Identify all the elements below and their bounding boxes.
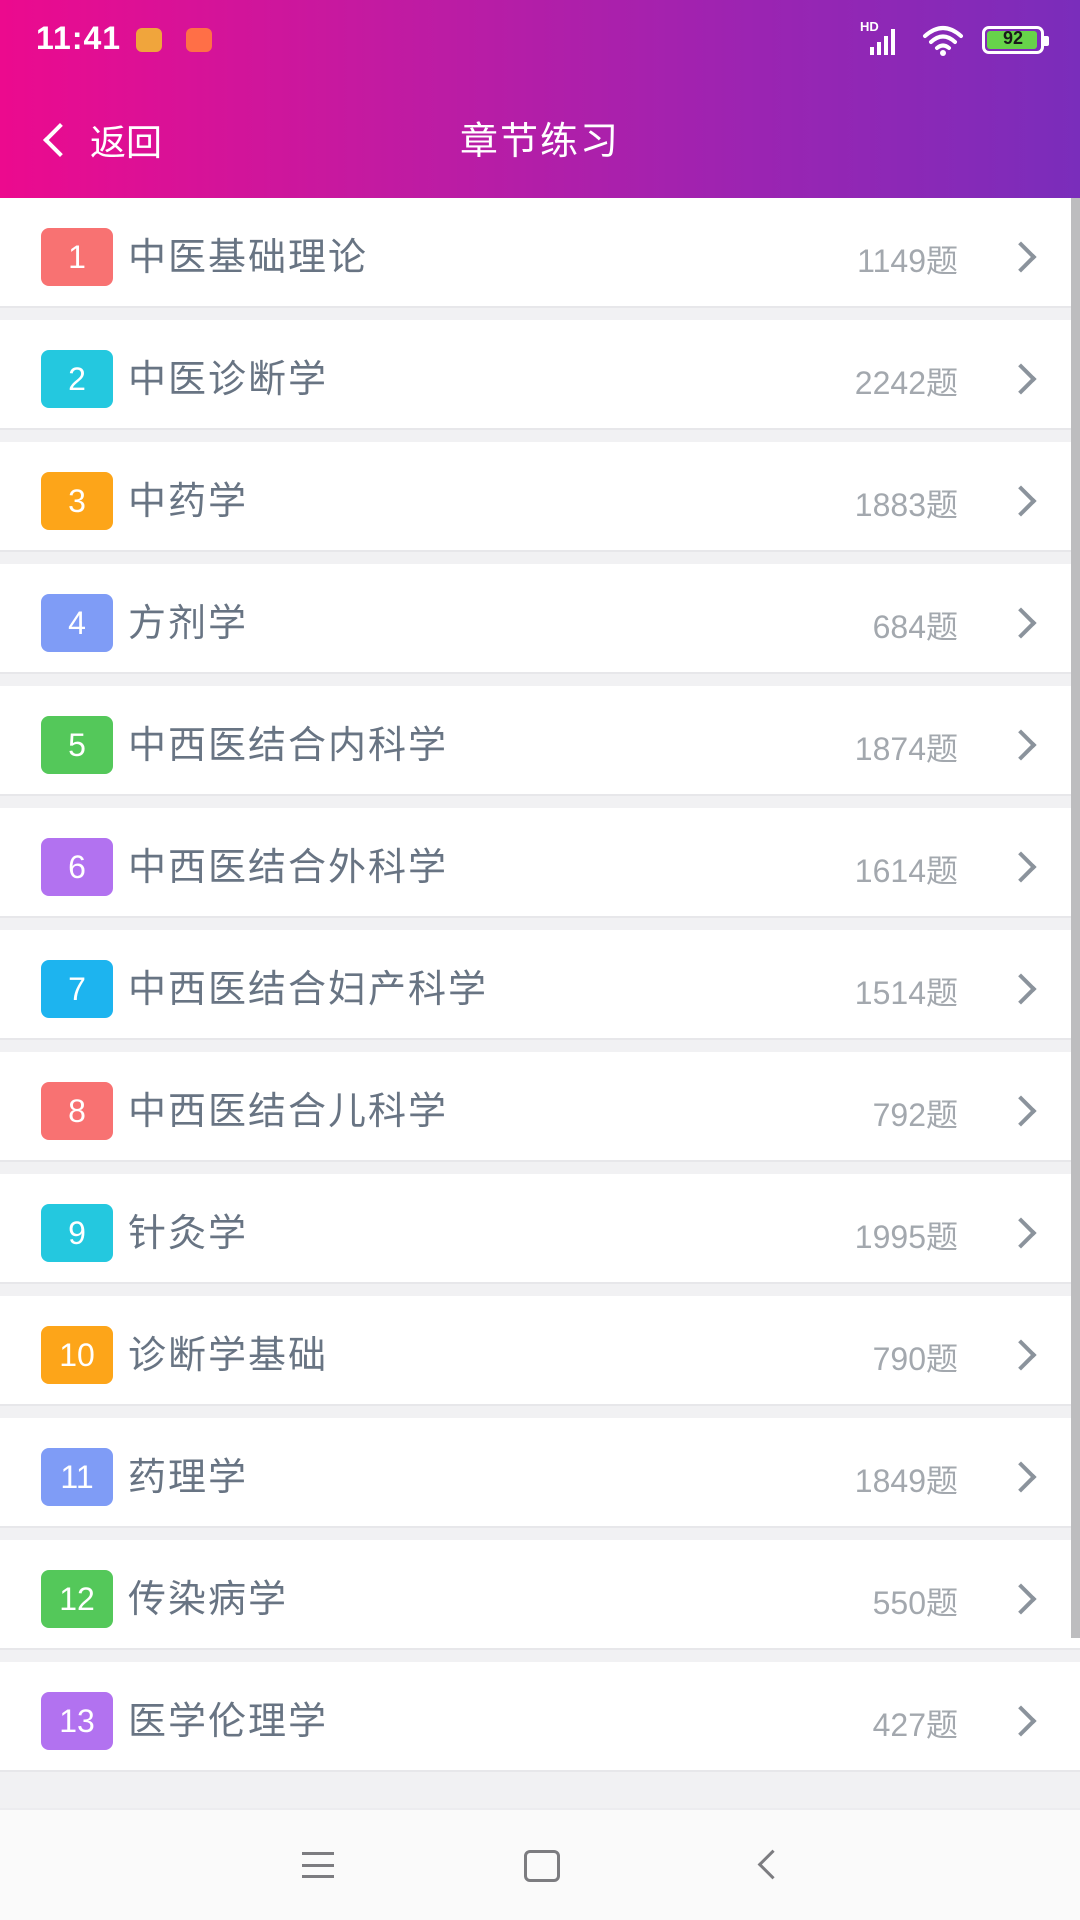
chapter-title: 药理学 [128, 1455, 249, 1499]
chapter-title: 中西医结合外科学 [128, 845, 449, 889]
header: 11:41 HD 92 返回 章节练习 [0, 0, 1080, 198]
chevron-right-icon [1005, 1095, 1037, 1127]
question-count: 1874题 [854, 731, 958, 767]
question-count: 1883题 [854, 487, 958, 523]
status-time: 11:41 [36, 20, 122, 56]
question-count: 1149题 [857, 243, 958, 279]
chapter-title: 诊断学基础 [128, 1333, 329, 1377]
chapter-item[interactable]: 11 药理学 1849题 [0, 1418, 1080, 1528]
chapter-number-badge: 3 [41, 472, 113, 530]
system-back-button[interactable] [757, 1849, 788, 1880]
question-count: 790题 [872, 1341, 958, 1377]
chapter-item[interactable]: 4 方剂学 684题 [0, 564, 1080, 674]
chapter-number-badge: 13 [41, 1692, 113, 1750]
status-bar: 11:41 HD 92 [0, 0, 1080, 80]
scrollbar[interactable] [1071, 198, 1080, 1638]
chapter-number-badge: 9 [41, 1204, 113, 1262]
battery-level: 92 [1002, 28, 1024, 48]
question-count: 1514题 [854, 975, 958, 1011]
chapter-number-badge: 5 [41, 716, 113, 774]
network-hd-label: HD [860, 19, 879, 34]
chapter-item[interactable]: 13 医学伦理学 427题 [0, 1662, 1080, 1772]
chapter-number-badge: 11 [41, 1448, 113, 1506]
chapter-number-badge: 10 [41, 1326, 113, 1384]
chevron-right-icon [1005, 363, 1037, 395]
chapter-title: 方剂学 [128, 601, 249, 645]
chapter-number-badge: 4 [41, 594, 113, 652]
wifi-icon [923, 26, 963, 56]
page-title: 章节练习 [459, 119, 620, 163]
chevron-right-icon [1005, 1583, 1037, 1615]
step-app-notification-icon [136, 28, 162, 52]
chapter-title: 中药学 [128, 479, 249, 523]
chapter-item[interactable]: 12 传染病学 550题 [0, 1540, 1080, 1650]
chapter-number-badge: 1 [41, 228, 113, 286]
navigation-bar: 返回 章节练习 [0, 80, 1080, 198]
question-count: 684题 [872, 609, 958, 645]
chapter-title: 中西医结合儿科学 [128, 1089, 449, 1133]
chevron-right-icon [1005, 1339, 1037, 1371]
chapter-number-badge: 12 [41, 1570, 113, 1628]
question-count: 1995题 [854, 1219, 958, 1255]
chapter-title: 传染病学 [128, 1577, 289, 1621]
chapter-item[interactable]: 10 诊断学基础 790题 [0, 1296, 1080, 1406]
chapter-item[interactable]: 5 中西医结合内科学 1874题 [0, 686, 1080, 796]
chevron-right-icon [1005, 973, 1037, 1005]
chevron-right-icon [1005, 1461, 1037, 1493]
question-count: 427题 [872, 1707, 958, 1743]
question-count: 792题 [872, 1097, 958, 1133]
chevron-right-icon [1005, 607, 1037, 639]
chapter-item[interactable]: 2 中医诊断学 2242题 [0, 320, 1080, 430]
chapter-item[interactable]: 9 针灸学 1995题 [0, 1174, 1080, 1284]
chevron-right-icon [1005, 241, 1037, 273]
chevron-right-icon [1005, 1217, 1037, 1249]
chevron-right-icon [1005, 485, 1037, 517]
chapter-item[interactable]: 6 中西医结合外科学 1614题 [0, 808, 1080, 918]
chevron-right-icon [1005, 851, 1037, 883]
chapter-title: 中医基础理论 [128, 235, 369, 279]
home-button[interactable] [524, 1850, 560, 1882]
battery-icon: 92 [982, 26, 1049, 54]
cellular-signal-icon: HD [860, 19, 904, 57]
chapter-title: 医学伦理学 [128, 1699, 329, 1743]
chevron-right-icon [1005, 729, 1037, 761]
chevron-right-icon [1005, 1705, 1037, 1737]
chapter-number-badge: 7 [41, 960, 113, 1018]
chapter-number-badge: 2 [41, 350, 113, 408]
question-count: 1849题 [854, 1463, 958, 1499]
chapter-title: 中西医结合妇产科学 [128, 967, 489, 1011]
question-count: 550题 [872, 1585, 958, 1621]
question-count: 1614题 [854, 853, 958, 889]
chapter-item[interactable]: 7 中西医结合妇产科学 1514题 [0, 930, 1080, 1040]
app-notification-icon [186, 28, 212, 52]
system-navigation-bar [0, 1808, 1080, 1920]
status-icons: HD 92 [860, 19, 1049, 58]
chapter-list: 1 中医基础理论 1149题 2 中医诊断学 2242题 3 中药学 1883题 4 方剂学 684题… [0, 198, 1080, 1784]
question-count: 2242题 [854, 365, 958, 401]
chapter-item[interactable]: 8 中西医结合儿科学 792题 [0, 1052, 1080, 1162]
chapter-item[interactable]: 1 中医基础理论 1149题 [0, 198, 1080, 308]
chapter-title: 中医诊断学 [128, 357, 329, 401]
chapter-title: 中西医结合内科学 [128, 723, 449, 767]
chapter-number-badge: 6 [41, 838, 113, 896]
recent-apps-button[interactable] [302, 1852, 334, 1878]
chapter-number-badge: 8 [41, 1082, 113, 1140]
chapter-item[interactable]: 3 中药学 1883题 [0, 442, 1080, 552]
chapter-title: 针灸学 [128, 1211, 249, 1255]
